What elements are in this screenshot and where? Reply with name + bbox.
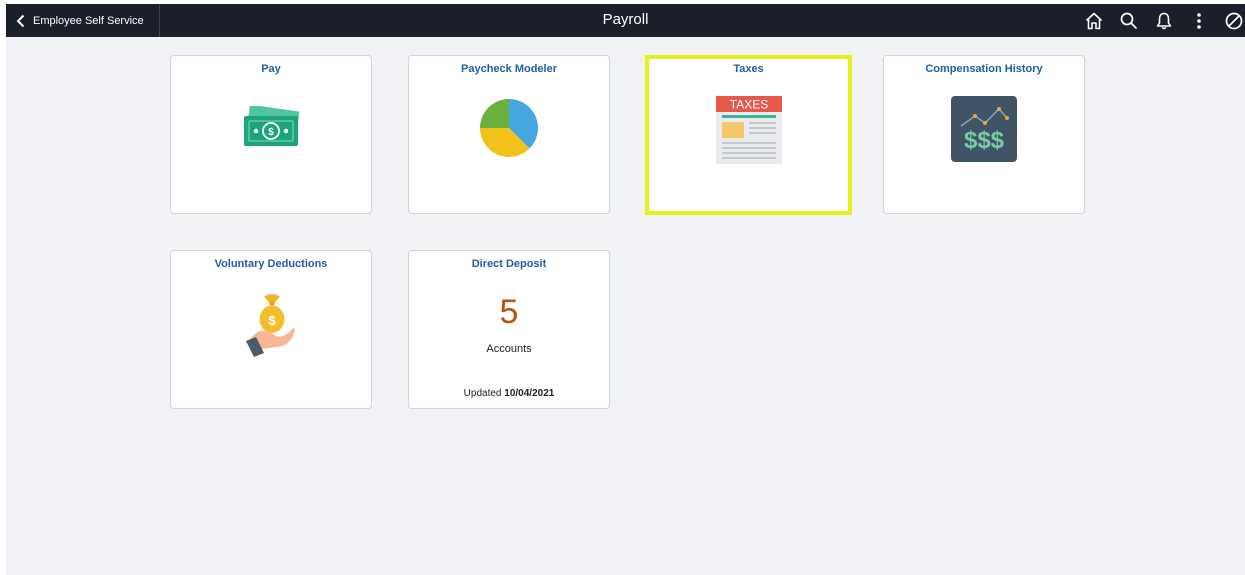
- tile-pay[interactable]: Pay $: [170, 55, 372, 214]
- home-icon: [1085, 12, 1103, 29]
- updated-date: 10/04/2021: [504, 388, 555, 399]
- account-count-label: Accounts: [486, 343, 532, 355]
- search-button[interactable]: [1118, 10, 1140, 32]
- svg-text:$: $: [268, 127, 274, 138]
- hand-money-bag-icon: $: [246, 294, 295, 357]
- account-count: 5: [499, 293, 519, 331]
- updated-label: Updated: [463, 388, 502, 399]
- more-vertical-icon: [1197, 12, 1201, 29]
- tile-title: Voluntary Deductions: [214, 258, 328, 270]
- tile-title: Pay: [261, 63, 281, 75]
- tile-title: Taxes: [733, 63, 764, 75]
- updated-info: Updated 10/04/2021: [409, 388, 609, 399]
- tile-title: Direct Deposit: [471, 258, 547, 270]
- bell-icon: [1156, 12, 1172, 29]
- tile-paycheck-modeler[interactable]: Paycheck Modeler: [408, 55, 610, 214]
- actions-menu-button[interactable]: [1188, 10, 1210, 32]
- tile-title: Compensation History: [925, 63, 1043, 75]
- dollar-signs-label: $$$: [964, 127, 1005, 154]
- top-bar: Employee Self Service Payroll: [6, 4, 1245, 37]
- tile-voluntary-deductions[interactable]: Voluntary Deductions $: [170, 250, 372, 409]
- page-title: Payroll: [602, 11, 649, 28]
- app-frame: Employee Self Service Payroll Pay $ Payc…: [6, 4, 1245, 575]
- money-icon: $: [244, 106, 300, 146]
- chevron-left-icon: [16, 14, 25, 27]
- home-button[interactable]: [1083, 10, 1105, 32]
- back-button-label: Employee Self Service: [33, 14, 144, 27]
- search-icon: [1120, 12, 1138, 29]
- tile-direct-deposit[interactable]: Direct Deposit 5 Accounts Updated 10/04/…: [408, 250, 610, 409]
- no-sign-icon: [1225, 12, 1243, 29]
- header-actions: [1070, 4, 1245, 37]
- back-button[interactable]: Employee Self Service: [6, 4, 160, 37]
- tile-title: Paycheck Modeler: [461, 63, 557, 75]
- notifications-button[interactable]: [1153, 10, 1175, 32]
- tax-document-icon: TAXES: [715, 96, 782, 164]
- tile-taxes[interactable]: Taxes TAXES: [645, 55, 852, 215]
- tile-compensation-history[interactable]: Compensation History $$$: [883, 55, 1085, 214]
- tax-document-label: TAXES: [729, 98, 767, 112]
- pie-chart-icon: [480, 99, 538, 157]
- money-bag-label: $: [268, 313, 276, 328]
- dollar-chart-icon: $$$: [951, 96, 1017, 162]
- navbar-button[interactable]: [1223, 10, 1245, 32]
